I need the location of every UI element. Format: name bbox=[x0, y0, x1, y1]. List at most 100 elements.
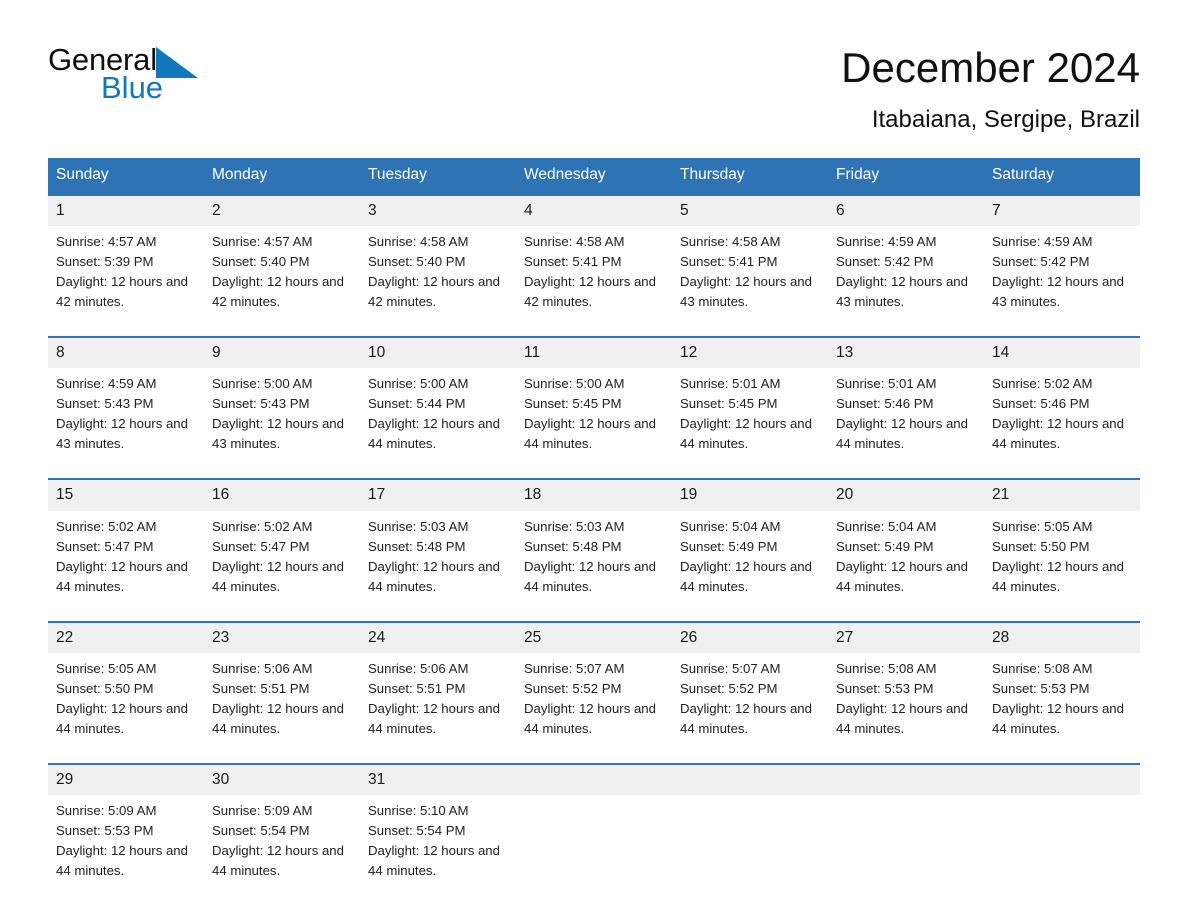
day-cell[interactable]: Sunrise: 4:59 AM Sunset: 5:42 PM Daylight:… bbox=[828, 226, 984, 322]
generalblue-logo[interactable]: General Blue bbox=[48, 44, 248, 114]
calendar-week-row: 15 16 17 18 19 20 21 Sunrise: 5:02 AM Sunset: 5:… bbox=[48, 478, 1140, 607]
day-number[interactable]: 7 bbox=[984, 195, 1140, 226]
day-number[interactable]: 26 bbox=[672, 622, 828, 653]
sunset-text: Sunset: 5:51 PM bbox=[212, 680, 310, 696]
day-cell[interactable]: Sunrise: 5:08 AM Sunset: 5:53 PM Daylight:… bbox=[828, 653, 984, 749]
day-cell[interactable]: Sunrise: 5:05 AM Sunset: 5:50 PM Daylight:… bbox=[984, 511, 1140, 607]
day-number[interactable]: 9 bbox=[204, 337, 360, 369]
day-number[interactable]: 13 bbox=[828, 337, 984, 369]
day-cell[interactable]: Sunrise: 5:04 AM Sunset: 5:49 PM Daylight:… bbox=[672, 511, 828, 607]
day-cell[interactable]: Sunrise: 5:03 AM Sunset: 5:48 PM Daylight:… bbox=[360, 511, 516, 607]
day-cell[interactable]: Sunrise: 5:01 AM Sunset: 5:45 PM Daylight:… bbox=[672, 368, 828, 464]
daylight-text: Daylight: 12 hours and 44 minutes. bbox=[680, 558, 812, 594]
day-number[interactable]: 30 bbox=[204, 765, 360, 796]
day-cell[interactable]: Sunrise: 5:02 AM Sunset: 5:47 PM Daylight:… bbox=[204, 511, 360, 607]
day-number-band: 8 9 10 11 12 13 14 bbox=[48, 335, 1140, 369]
day-number[interactable]: 18 bbox=[516, 480, 672, 511]
day-number[interactable]: 31 bbox=[360, 765, 516, 796]
sunrise-text: Sunrise: 5:00 AM bbox=[212, 376, 313, 392]
weekday-header-friday: Friday bbox=[836, 166, 880, 183]
day-number-band: 15 16 17 18 19 20 21 bbox=[48, 478, 1140, 511]
sunrise-text: Sunrise: 5:04 AM bbox=[680, 518, 781, 534]
day-number[interactable]: 17 bbox=[360, 480, 516, 511]
sunrise-text: Sunrise: 5:02 AM bbox=[212, 518, 313, 534]
day-number[interactable]: 10 bbox=[360, 337, 516, 369]
daylight-text: Daylight: 12 hours and 42 minutes. bbox=[368, 273, 500, 309]
daylight-text: Daylight: 12 hours and 43 minutes. bbox=[680, 273, 812, 309]
day-cell-empty bbox=[516, 795, 672, 891]
day-cell[interactable]: Sunrise: 4:58 AM Sunset: 5:41 PM Daylight:… bbox=[672, 226, 828, 322]
day-cell[interactable]: Sunrise: 5:09 AM Sunset: 5:53 PM Daylight:… bbox=[48, 795, 204, 891]
sunrise-text: Sunrise: 5:06 AM bbox=[212, 660, 313, 676]
day-cell[interactable]: Sunrise: 4:57 AM Sunset: 5:40 PM Daylight:… bbox=[204, 226, 360, 322]
day-cell[interactable]: Sunrise: 4:58 AM Sunset: 5:41 PM Daylight:… bbox=[516, 226, 672, 322]
day-cell[interactable]: Sunrise: 5:09 AM Sunset: 5:54 PM Daylight:… bbox=[204, 795, 360, 891]
day-number[interactable]: 27 bbox=[828, 622, 984, 653]
day-cell[interactable]: Sunrise: 5:00 AM Sunset: 5:44 PM Daylight:… bbox=[360, 368, 516, 464]
day-cell[interactable]: Sunrise: 4:58 AM Sunset: 5:40 PM Daylight:… bbox=[360, 226, 516, 322]
day-number[interactable]: 20 bbox=[828, 480, 984, 511]
daylight-text: Daylight: 12 hours and 44 minutes. bbox=[56, 558, 188, 594]
sunset-text: Sunset: 5:44 PM bbox=[368, 396, 466, 412]
sunrise-text: Sunrise: 5:02 AM bbox=[992, 376, 1093, 392]
sunrise-text: Sunrise: 4:57 AM bbox=[56, 233, 157, 249]
day-cell[interactable]: Sunrise: 5:08 AM Sunset: 5:53 PM Daylight:… bbox=[984, 653, 1140, 749]
day-number[interactable]: 4 bbox=[516, 195, 672, 226]
day-cell[interactable]: Sunrise: 5:05 AM Sunset: 5:50 PM Daylight:… bbox=[48, 653, 204, 749]
day-number[interactable]: 23 bbox=[204, 622, 360, 653]
sunset-text: Sunset: 5:43 PM bbox=[56, 396, 154, 412]
day-cell[interactable]: Sunrise: 5:03 AM Sunset: 5:48 PM Daylight:… bbox=[516, 511, 672, 607]
day-number[interactable]: 15 bbox=[48, 480, 204, 511]
day-number[interactable]: 12 bbox=[672, 337, 828, 369]
day-number[interactable]: 14 bbox=[984, 337, 1140, 369]
day-cell[interactable]: Sunrise: 5:00 AM Sunset: 5:45 PM Daylight:… bbox=[516, 368, 672, 464]
day-cell[interactable]: Sunrise: 5:06 AM Sunset: 5:51 PM Daylight:… bbox=[360, 653, 516, 749]
day-number[interactable]: 22 bbox=[48, 622, 204, 653]
day-number[interactable]: 19 bbox=[672, 480, 828, 511]
sunrise-text: Sunrise: 5:00 AM bbox=[524, 376, 625, 392]
daylight-text: Daylight: 12 hours and 42 minutes. bbox=[56, 273, 188, 309]
triangle-icon bbox=[155, 47, 198, 78]
day-number[interactable]: 11 bbox=[516, 337, 672, 369]
weekday-header-row: Sunday Monday Tuesday Wednesday Thursday Frid… bbox=[48, 158, 1140, 194]
day-cell[interactable]: Sunrise: 5:07 AM Sunset: 5:52 PM Daylight:… bbox=[672, 653, 828, 749]
daylight-text: Daylight: 12 hours and 44 minutes. bbox=[992, 416, 1124, 452]
day-number-band: 29 30 31 bbox=[48, 763, 1140, 796]
page-subtitle: Itabaiana, Sergipe, Brazil bbox=[871, 106, 1140, 134]
sunset-text: Sunset: 5:47 PM bbox=[212, 538, 310, 554]
day-number[interactable]: 2 bbox=[204, 195, 360, 226]
day-cell[interactable]: Sunrise: 5:00 AM Sunset: 5:43 PM Daylight:… bbox=[204, 368, 360, 464]
daylight-text: Daylight: 12 hours and 44 minutes. bbox=[992, 558, 1124, 594]
day-cell[interactable]: Sunrise: 5:06 AM Sunset: 5:51 PM Daylight:… bbox=[204, 653, 360, 749]
day-number[interactable]: 16 bbox=[204, 480, 360, 511]
sunrise-text: Sunrise: 5:00 AM bbox=[368, 376, 469, 392]
day-cell[interactable]: Sunrise: 5:04 AM Sunset: 5:49 PM Daylight:… bbox=[828, 511, 984, 607]
day-number[interactable]: 25 bbox=[516, 622, 672, 653]
sunset-text: Sunset: 5:41 PM bbox=[680, 253, 778, 269]
day-number[interactable]: 1 bbox=[48, 195, 204, 226]
day-cell[interactable]: Sunrise: 4:59 AM Sunset: 5:43 PM Daylight:… bbox=[48, 368, 204, 464]
calendar-weeks: 1 2 3 4 5 6 7 Sunrise: 4:57 AM Sunset: 5:39 PM Da… bbox=[48, 193, 1140, 892]
day-cell[interactable]: Sunrise: 5:10 AM Sunset: 5:54 PM Daylight:… bbox=[360, 795, 516, 891]
day-cell[interactable]: Sunrise: 4:59 AM Sunset: 5:42 PM Daylight:… bbox=[984, 226, 1140, 322]
day-cell[interactable]: Sunrise: 4:57 AM Sunset: 5:39 PM Daylight:… bbox=[48, 226, 204, 322]
weekday-header-monday: Monday bbox=[212, 166, 268, 183]
day-cell[interactable]: Sunrise: 5:01 AM Sunset: 5:46 PM Daylight:… bbox=[828, 368, 984, 464]
sunset-text: Sunset: 5:47 PM bbox=[56, 538, 154, 554]
day-cell[interactable]: Sunrise: 5:02 AM Sunset: 5:46 PM Daylight:… bbox=[984, 368, 1140, 464]
day-cell[interactable]: Sunrise: 5:07 AM Sunset: 5:52 PM Daylight:… bbox=[516, 653, 672, 749]
sunset-text: Sunset: 5:43 PM bbox=[212, 396, 310, 412]
daylight-text: Daylight: 12 hours and 44 minutes. bbox=[680, 701, 812, 737]
day-detail-band: Sunrise: 5:02 AM Sunset: 5:47 PM Daylight:… bbox=[48, 510, 1140, 607]
sunset-text: Sunset: 5:39 PM bbox=[56, 253, 154, 269]
day-number[interactable]: 8 bbox=[48, 337, 204, 369]
day-number[interactable]: 21 bbox=[984, 480, 1140, 511]
day-cell[interactable]: Sunrise: 5:02 AM Sunset: 5:47 PM Daylight:… bbox=[48, 511, 204, 607]
day-number[interactable]: 29 bbox=[48, 765, 204, 796]
day-number[interactable]: 28 bbox=[984, 622, 1140, 653]
day-number[interactable]: 3 bbox=[360, 195, 516, 226]
sunset-text: Sunset: 5:49 PM bbox=[836, 538, 934, 554]
day-number[interactable]: 5 bbox=[672, 195, 828, 226]
day-number[interactable]: 24 bbox=[360, 622, 516, 653]
day-number[interactable]: 6 bbox=[828, 195, 984, 226]
